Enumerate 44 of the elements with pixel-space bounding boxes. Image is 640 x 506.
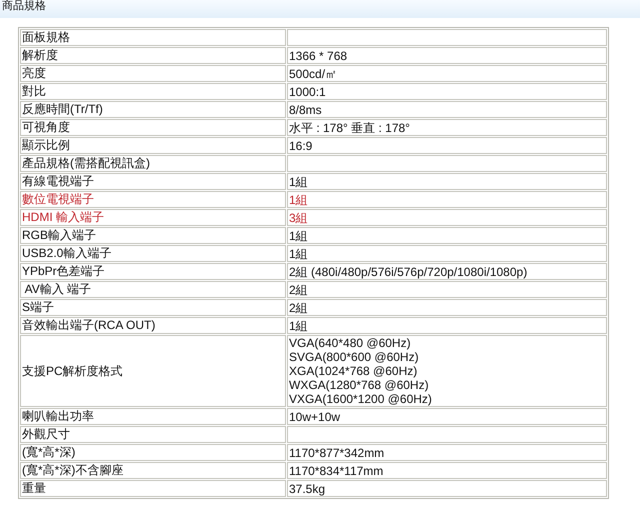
spec-label: 解析度 — [20, 47, 286, 64]
spec-value: 1366 * 768 — [287, 47, 607, 64]
spec-value: 500cd/㎡ — [287, 65, 607, 82]
spec-label: 可視角度 — [20, 119, 286, 136]
spec-label: RGB輸入端子 — [20, 227, 286, 244]
spec-value: 16:9 — [287, 137, 607, 154]
spec-value: 1170*877*342mm — [287, 444, 607, 461]
spec-label: USB2.0輸入端子 — [20, 245, 286, 262]
spec-label: 支援PC解析度格式 — [20, 335, 286, 407]
spec-label: 對比 — [20, 83, 286, 100]
spec-value: 1組 — [287, 173, 607, 190]
spec-value: 1組 — [287, 317, 607, 334]
spec-value: 水平 : 178° 垂直 : 178° — [287, 119, 607, 136]
spec-label: AV輸入 端子 — [20, 281, 286, 298]
spec-label: HDMI 輸入端子 — [20, 209, 286, 226]
spec-label: 數位電視端子 — [20, 191, 286, 208]
spec-value: VGA(640*480 @60Hz) SVGA(800*600 @60Hz) XGA(1024*768 @60Hz) WXGA(1280*768 @60Hz) VXGA(1600*1200 @60Hz) — [287, 335, 607, 407]
spec-value: 1000:1 — [287, 83, 607, 100]
spec-value: 2組 — [287, 299, 607, 316]
spec-label: 重量 — [20, 480, 286, 497]
spec-label: (寬*高*深)不含腳座 — [20, 462, 286, 479]
spec-value: 1組 — [287, 227, 607, 244]
section-title: 商品規格 — [2, 0, 46, 12]
spec-label: S端子 — [20, 299, 286, 316]
spec-label: YPbPr色差端子 — [20, 263, 286, 280]
spec-value: 1組 — [287, 191, 607, 208]
spec-label: 產品規格(需搭配視訊盒) — [20, 155, 286, 172]
spec-label: (寬*高*深) — [20, 444, 286, 461]
spec-label: 喇叭輸出功率 — [20, 408, 286, 425]
spec-label: 外觀尺寸 — [20, 426, 286, 443]
spec-value: 8/8ms — [287, 101, 607, 118]
spec-label: 顯示比例 — [20, 137, 286, 154]
spec-value: 2組 (480i/480p/576i/576p/720p/1080i/1080p) — [287, 263, 607, 280]
spec-value: 1組 — [287, 245, 607, 262]
spec-label: 有線電視端子 — [20, 173, 286, 190]
spec-value: 37.5kg — [287, 480, 607, 497]
spec-label: 亮度 — [20, 65, 286, 82]
spec-label: 反應時間(Tr/Tf) — [20, 101, 286, 118]
spec-value: 3組 — [287, 209, 607, 226]
spec-label: 面板規格 — [20, 29, 286, 46]
spec-value: 10w+10w — [287, 408, 607, 425]
spec-label: 音效輸出端子(RCA OUT) — [20, 317, 286, 334]
spec-value: 1170*834*117mm — [287, 462, 607, 479]
spec-value: 2組 — [287, 281, 607, 298]
